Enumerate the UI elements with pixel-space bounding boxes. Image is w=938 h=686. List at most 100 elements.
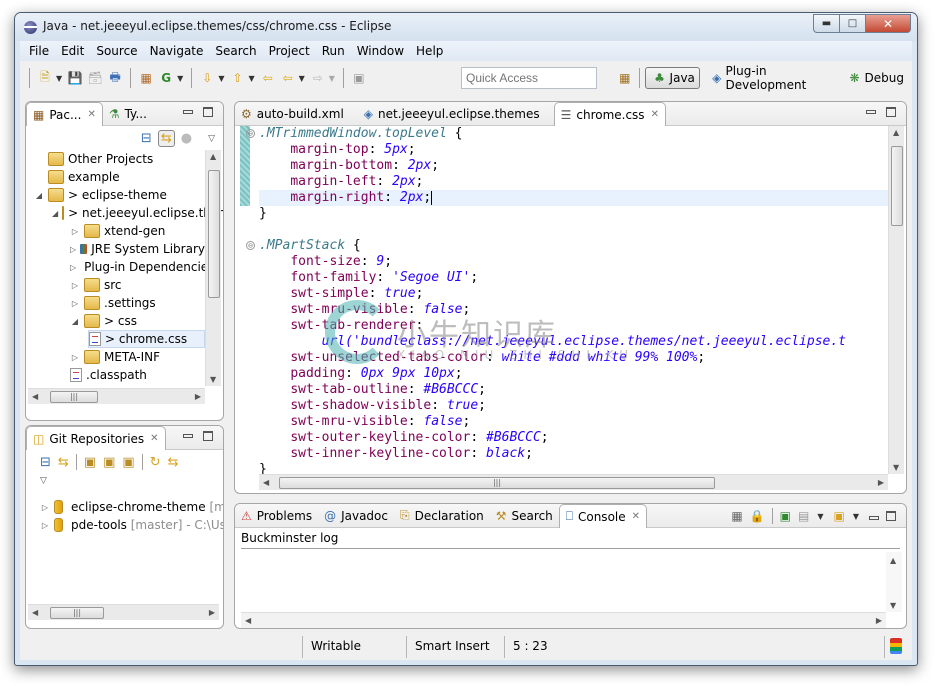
tree-item[interactable]: ▷ JRE System Library xyxy=(70,240,205,258)
menu-window[interactable]: Window xyxy=(351,44,410,58)
scroll-down-icon[interactable]: ▼ xyxy=(890,601,896,610)
close-tab-icon[interactable]: ✕ xyxy=(87,109,95,120)
tree-vertical-scrollbar[interactable]: ▲ ▼ xyxy=(205,150,221,386)
scroll-up-icon[interactable]: ▲ xyxy=(893,128,899,137)
tab-type-hierarchy[interactable]: ⚗ Ty... xyxy=(103,102,153,125)
last-edit-location-icon[interactable]: ⇦ xyxy=(260,70,276,86)
scroll-right-icon[interactable]: ▶ xyxy=(876,616,882,625)
scroll-up-icon[interactable]: ▲ xyxy=(890,556,896,565)
tree-item[interactable]: > chrome.css xyxy=(88,330,205,348)
menu-navigate[interactable]: Navigate xyxy=(144,44,210,58)
editor-tab[interactable]: ⚙ auto-build.xml xyxy=(235,102,350,125)
tab-problems[interactable]: ⚠ Problems xyxy=(235,504,318,527)
scroll-left-icon[interactable]: ◀ xyxy=(32,392,38,401)
add-repository-icon[interactable]: ▣ xyxy=(84,455,96,470)
fold-icon[interactable]: ⊖ xyxy=(246,241,255,250)
back-icon[interactable]: ⇦ xyxy=(280,70,296,86)
close-tab-icon[interactable]: ✕ xyxy=(150,433,158,444)
perspective-plugin-development[interactable]: ◈ Plug-in Development xyxy=(704,62,837,94)
minimize-view-icon[interactable] xyxy=(869,515,879,520)
status-google-icon-cell[interactable] xyxy=(884,636,912,658)
link-with-editor-icon[interactable]: ⇆ xyxy=(157,130,175,147)
pin-editor-icon[interactable]: ▣ xyxy=(351,70,367,86)
scrollbar-thumb[interactable]: ||| xyxy=(50,391,98,403)
tree-item[interactable]: ▷ .settings xyxy=(70,294,205,312)
minimize-editor-icon[interactable] xyxy=(866,110,876,114)
menu-file[interactable]: File xyxy=(23,44,55,58)
repository-item[interactable]: ▷ eclipse-chrome-theme [master] xyxy=(40,498,223,516)
close-tab-icon[interactable]: ✕ xyxy=(632,511,640,522)
code-editor[interactable]: ⊖ .MTrimmedWindow.topLevel { margin-top: … xyxy=(246,126,888,477)
back-dropdown[interactable]: ▼ xyxy=(299,74,305,83)
scroll-down-icon[interactable]: ▼ xyxy=(893,463,899,472)
fold-icon[interactable]: ⊖ xyxy=(246,129,255,138)
previous-annotation-dropdown[interactable]: ▼ xyxy=(248,74,254,83)
scroll-right-icon[interactable]: ▶ xyxy=(195,392,201,401)
next-annotation-dropdown[interactable]: ▼ xyxy=(218,74,224,83)
tree-item[interactable]: ◢ > eclipse-theme xyxy=(34,186,205,204)
expand-icon[interactable]: ▷ xyxy=(70,353,80,362)
view-menu-icon[interactable]: ▽ xyxy=(40,476,47,486)
pin-console-icon[interactable]: ▣ xyxy=(780,509,791,523)
display-console-icon[interactable]: ▤ xyxy=(798,509,809,523)
menu-search[interactable]: Search xyxy=(209,44,262,58)
collapse-all-icon[interactable]: ⊟ xyxy=(141,131,152,146)
tree-item[interactable]: ▷ Plug-in Dependencies xyxy=(70,258,214,276)
refresh-icon[interactable]: ↻ xyxy=(150,455,161,470)
open-console-dropdown[interactable]: ▼ xyxy=(853,512,859,521)
tree-item[interactable]: ▷ src xyxy=(70,276,205,294)
scrollbar-thumb[interactable]: ||| xyxy=(279,477,715,489)
forward-icon[interactable]: ⇨ xyxy=(310,70,326,86)
focus-icon[interactable]: ● xyxy=(181,131,192,146)
expand-icon[interactable]: ▷ xyxy=(40,503,50,512)
new-java-package-icon[interactable]: ▦ xyxy=(138,70,154,86)
create-repository-icon[interactable]: ▣ xyxy=(122,455,134,470)
menu-edit[interactable]: Edit xyxy=(55,44,90,58)
close-button[interactable]: ✕ xyxy=(865,14,911,33)
scroll-left-icon[interactable]: ◀ xyxy=(263,478,269,487)
scrollbar-thumb[interactable] xyxy=(208,170,220,298)
repository-item[interactable]: ▷ pde-tools [master] - C:\Users xyxy=(40,516,223,534)
tree-item[interactable]: example xyxy=(48,168,205,186)
collapse-icon[interactable]: ◢ xyxy=(70,317,80,326)
scrollbar-thumb[interactable]: ||| xyxy=(50,607,104,619)
view-menu-icon[interactable]: ▽ xyxy=(208,134,215,144)
tree-item[interactable]: ▷ xtend-gen xyxy=(70,222,205,240)
tree-item[interactable]: .classpath xyxy=(70,366,205,384)
menu-project[interactable]: Project xyxy=(263,44,316,58)
open-perspective-icon[interactable]: ▦ xyxy=(618,70,632,86)
link-with-editor-icon[interactable]: ⇆ xyxy=(168,455,179,470)
new-class-dropdown[interactable]: ▼ xyxy=(177,74,183,83)
tree-item[interactable]: ▷ META-INF xyxy=(70,348,205,366)
collapse-icon[interactable]: ◢ xyxy=(34,191,44,200)
scroll-right-icon[interactable]: ▶ xyxy=(878,478,884,487)
minimize-view-icon[interactable] xyxy=(183,110,193,114)
tree-item[interactable]: ◢ > net.jeeeyul.eclipse.themes xyxy=(52,204,223,222)
scroll-left-icon[interactable]: ◀ xyxy=(245,616,251,625)
link-with-selection-icon[interactable]: ⇆ xyxy=(58,455,69,470)
scroll-right-icon[interactable]: ▶ xyxy=(209,608,215,617)
perspective-debug[interactable]: ❋ Debug xyxy=(841,68,908,88)
console-vertical-scrollbar[interactable]: ▲ ▼ xyxy=(886,552,902,612)
expand-icon[interactable]: ▷ xyxy=(40,521,50,530)
next-annotation-icon[interactable]: ⇩ xyxy=(199,70,215,86)
close-tab-icon[interactable]: ✕ xyxy=(651,109,659,120)
clone-repository-icon[interactable]: ▣ xyxy=(103,455,115,470)
expand-icon[interactable]: ▷ xyxy=(70,281,80,290)
new-dropdown[interactable]: ▼ xyxy=(56,74,62,83)
scrollbar-thumb[interactable] xyxy=(891,146,903,226)
tab-search[interactable]: ⚒ Search xyxy=(490,504,559,527)
editor-tab[interactable]: ◈ net.jeeeyul.eclipse.themes xyxy=(358,102,546,125)
tab-console[interactable]: ⎕ Console ✕ xyxy=(558,504,648,528)
menu-run[interactable]: Run xyxy=(316,44,351,58)
console-horizontal-scrollbar[interactable]: ◀ ▶ xyxy=(241,612,886,628)
collapse-all-icon[interactable]: ⊟ xyxy=(40,455,51,470)
repos-horizontal-scrollbar[interactable]: ◀ ||| ▶ xyxy=(28,604,219,620)
expand-icon[interactable]: ▷ xyxy=(70,227,80,236)
tab-package-explorer[interactable]: ▦ Pac... ✕ xyxy=(26,102,103,126)
editor-tab[interactable]: ☰ chrome.css ✕ xyxy=(553,102,666,126)
tab-declaration[interactable]: ⎘ Declaration xyxy=(394,504,490,527)
previous-annotation-icon[interactable]: ⇧ xyxy=(229,70,245,86)
display-console-dropdown[interactable]: ▼ xyxy=(817,512,823,521)
new-class-icon[interactable]: G xyxy=(158,70,174,86)
